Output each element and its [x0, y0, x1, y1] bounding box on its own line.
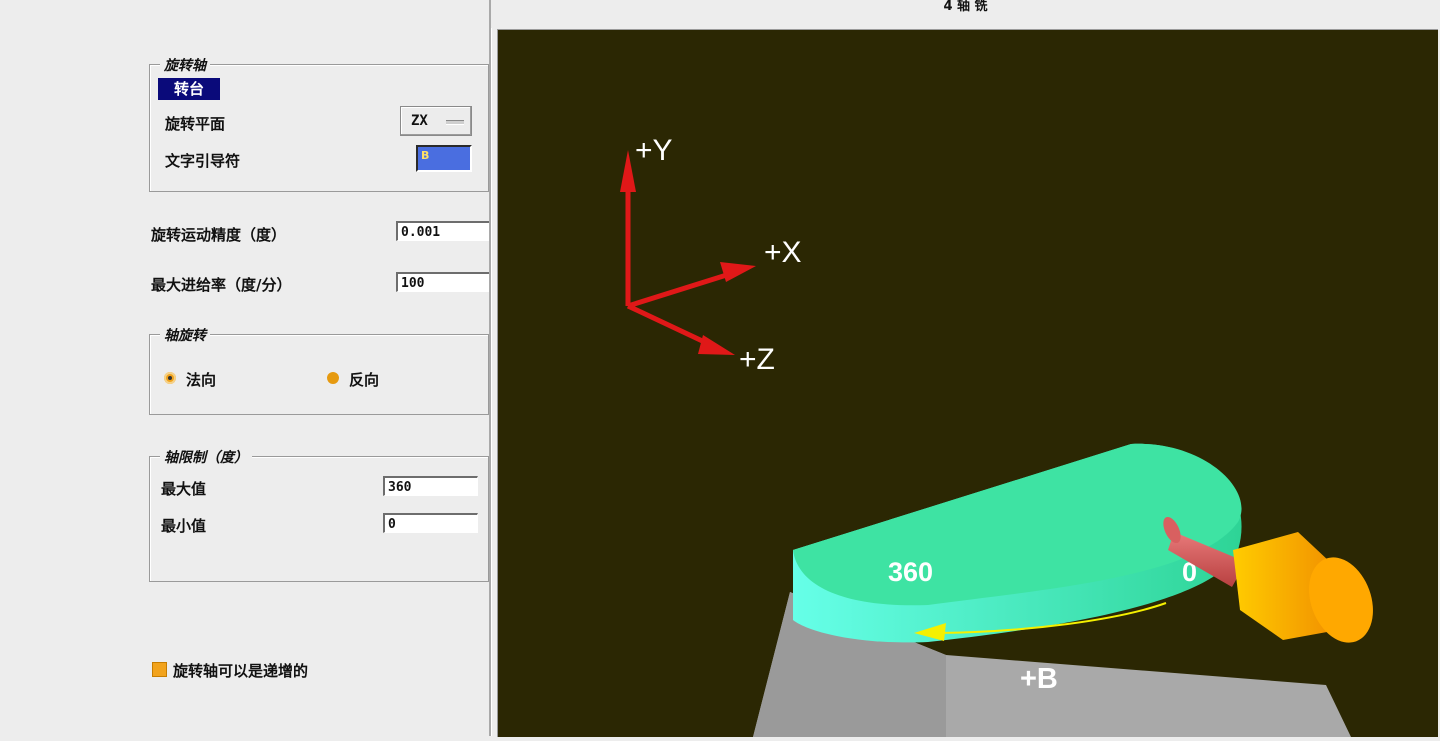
rotation-plane-dropdown[interactable]: ZX: [400, 106, 472, 136]
incremental-checkbox[interactable]: [152, 662, 167, 677]
min-value-label: 最小值: [161, 517, 207, 535]
text-leader-input[interactable]: B: [416, 145, 472, 172]
rotary-precision-input[interactable]: 0.001: [396, 221, 490, 241]
rotary-table-illustration: +Y +X +Z 360 0 +B: [620, 134, 1373, 737]
turntable-option[interactable]: 转台: [158, 78, 220, 100]
rotation-axis-group-label: 旋转轴: [160, 55, 210, 75]
axis-y-label: +Y: [635, 134, 673, 167]
panel-divider: [489, 0, 492, 736]
normal-direction-radio[interactable]: [164, 372, 176, 384]
reverse-direction-radio[interactable]: [327, 372, 339, 384]
rotation-plane-label: 旋转平面: [165, 115, 226, 133]
settings-panel: 旋转轴 转台 旋转平面 ZX 文字引导符 B 旋转运动精度（度） 0.001 最…: [0, 0, 490, 736]
incremental-label: 旋转轴可以是递增的: [173, 662, 309, 680]
rotary-precision-label: 旋转运动精度（度）: [151, 226, 287, 244]
min-value-input[interactable]: 0: [383, 513, 478, 533]
max-value-label: 最大值: [161, 480, 207, 498]
rotation-b-label: +B: [1020, 663, 1058, 695]
window-title: 4 轴 铣: [491, 0, 1440, 28]
max-feed-rate-label: 最大进给率（度/分）: [151, 276, 292, 294]
dropdown-indicator-icon: [446, 120, 464, 125]
table-label-360: 360: [888, 557, 933, 587]
axis-z-label: +Z: [739, 343, 775, 376]
max-value-input[interactable]: 360: [383, 476, 478, 496]
axis-x-label: +X: [764, 236, 802, 269]
reverse-direction-label: 反向: [349, 371, 380, 389]
graphics-viewport: +Y +X +Z 360 0 +B: [497, 29, 1438, 737]
axis-limits-group-label: 轴限制（度）: [160, 447, 252, 467]
normal-direction-label: 法向: [186, 371, 217, 389]
axis-rotation-group-label: 轴旋转: [160, 325, 210, 345]
max-feed-rate-input[interactable]: 100: [396, 272, 490, 292]
rotation-plane-value: ZX: [411, 113, 428, 129]
text-leader-label: 文字引导符: [165, 152, 241, 170]
coordinate-axes: [620, 150, 756, 355]
